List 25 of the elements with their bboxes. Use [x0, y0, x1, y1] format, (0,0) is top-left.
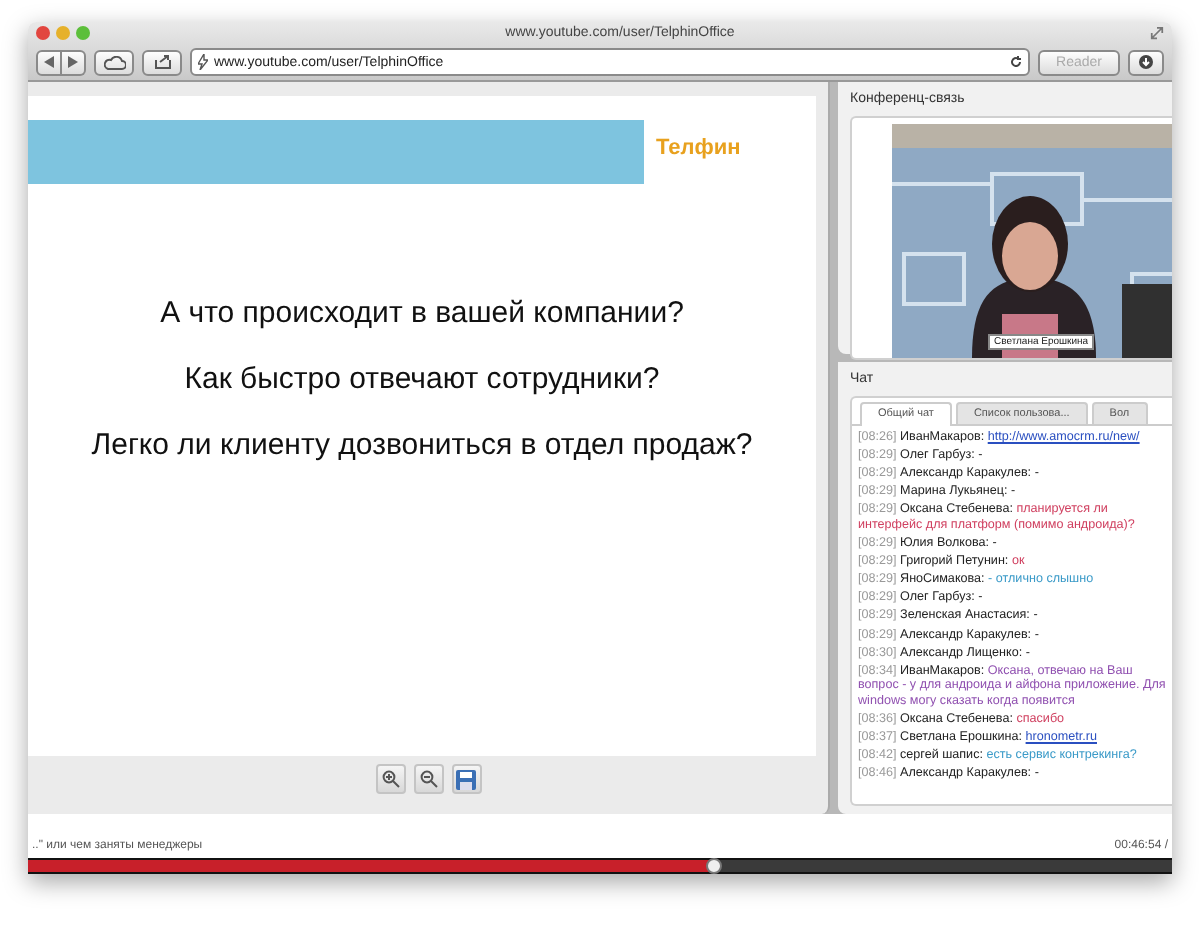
- back-button[interactable]: [36, 49, 62, 75]
- share-button[interactable]: [142, 49, 182, 75]
- cloud-button[interactable]: [94, 49, 134, 75]
- slide-text: Как быстро отвечают сотрудники?: [184, 362, 660, 396]
- download-icon: [1138, 54, 1154, 70]
- cloud-icon: [103, 55, 125, 69]
- share-icon: [153, 54, 171, 70]
- logo: Телфин: [654, 134, 743, 164]
- forward-button[interactable]: [62, 49, 86, 75]
- bolt-icon: [198, 54, 208, 70]
- reload-icon[interactable]: [1010, 56, 1023, 68]
- forward-icon: [68, 56, 78, 68]
- zoom-out-button[interactable]: [413, 764, 443, 794]
- save-button[interactable]: [451, 764, 481, 794]
- slide-text: Легко ли клиенту дозвониться в отдел продаж?: [91, 428, 753, 462]
- progress-handle[interactable]: [706, 858, 723, 874]
- close-button[interactable]: [36, 26, 50, 40]
- save-icon: [456, 769, 476, 789]
- zoom-in-button[interactable]: [375, 764, 405, 794]
- zoom-out-icon: [419, 770, 437, 788]
- slide-text: А что происходит в вашей компании?: [160, 296, 684, 330]
- back-icon: [44, 56, 54, 68]
- downloads-button[interactable]: [1128, 49, 1164, 75]
- zoom-in-icon: [381, 770, 399, 788]
- fullscreen-icon[interactable]: [1150, 26, 1164, 40]
